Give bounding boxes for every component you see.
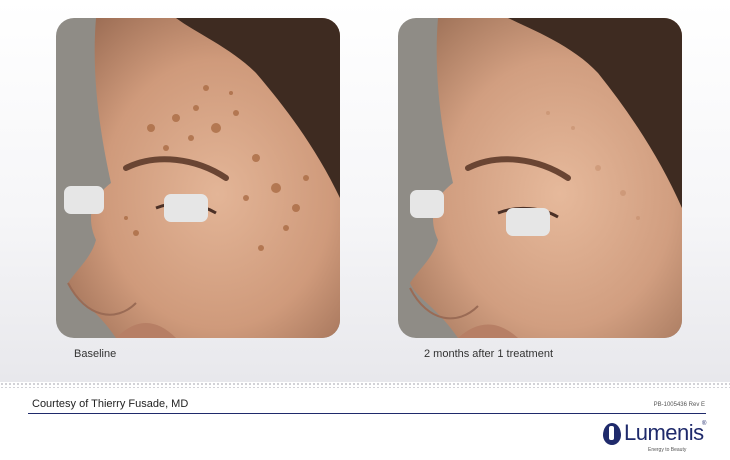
dotted-divider [0, 382, 730, 388]
after-treatment-caption: 2 months after 1 treatment [424, 348, 554, 360]
photo-credit: Courtesy of Thierry Fusade, MD [32, 398, 189, 410]
lumenis-logo: Lumenis ® Energy to Beauty [596, 419, 716, 459]
baseline-photo [56, 18, 340, 338]
logo-tagline: Energy to Beauty [648, 447, 687, 453]
footer-rule [28, 413, 706, 414]
document-reference: PB-1005436 Rev E [653, 402, 705, 408]
logo-wordmark: Lumenis [624, 420, 704, 445]
baseline-caption: Baseline [74, 348, 117, 360]
after-treatment-photo [398, 18, 682, 338]
registered-mark: ® [702, 421, 707, 427]
lumenis-logo-icon [603, 423, 621, 445]
